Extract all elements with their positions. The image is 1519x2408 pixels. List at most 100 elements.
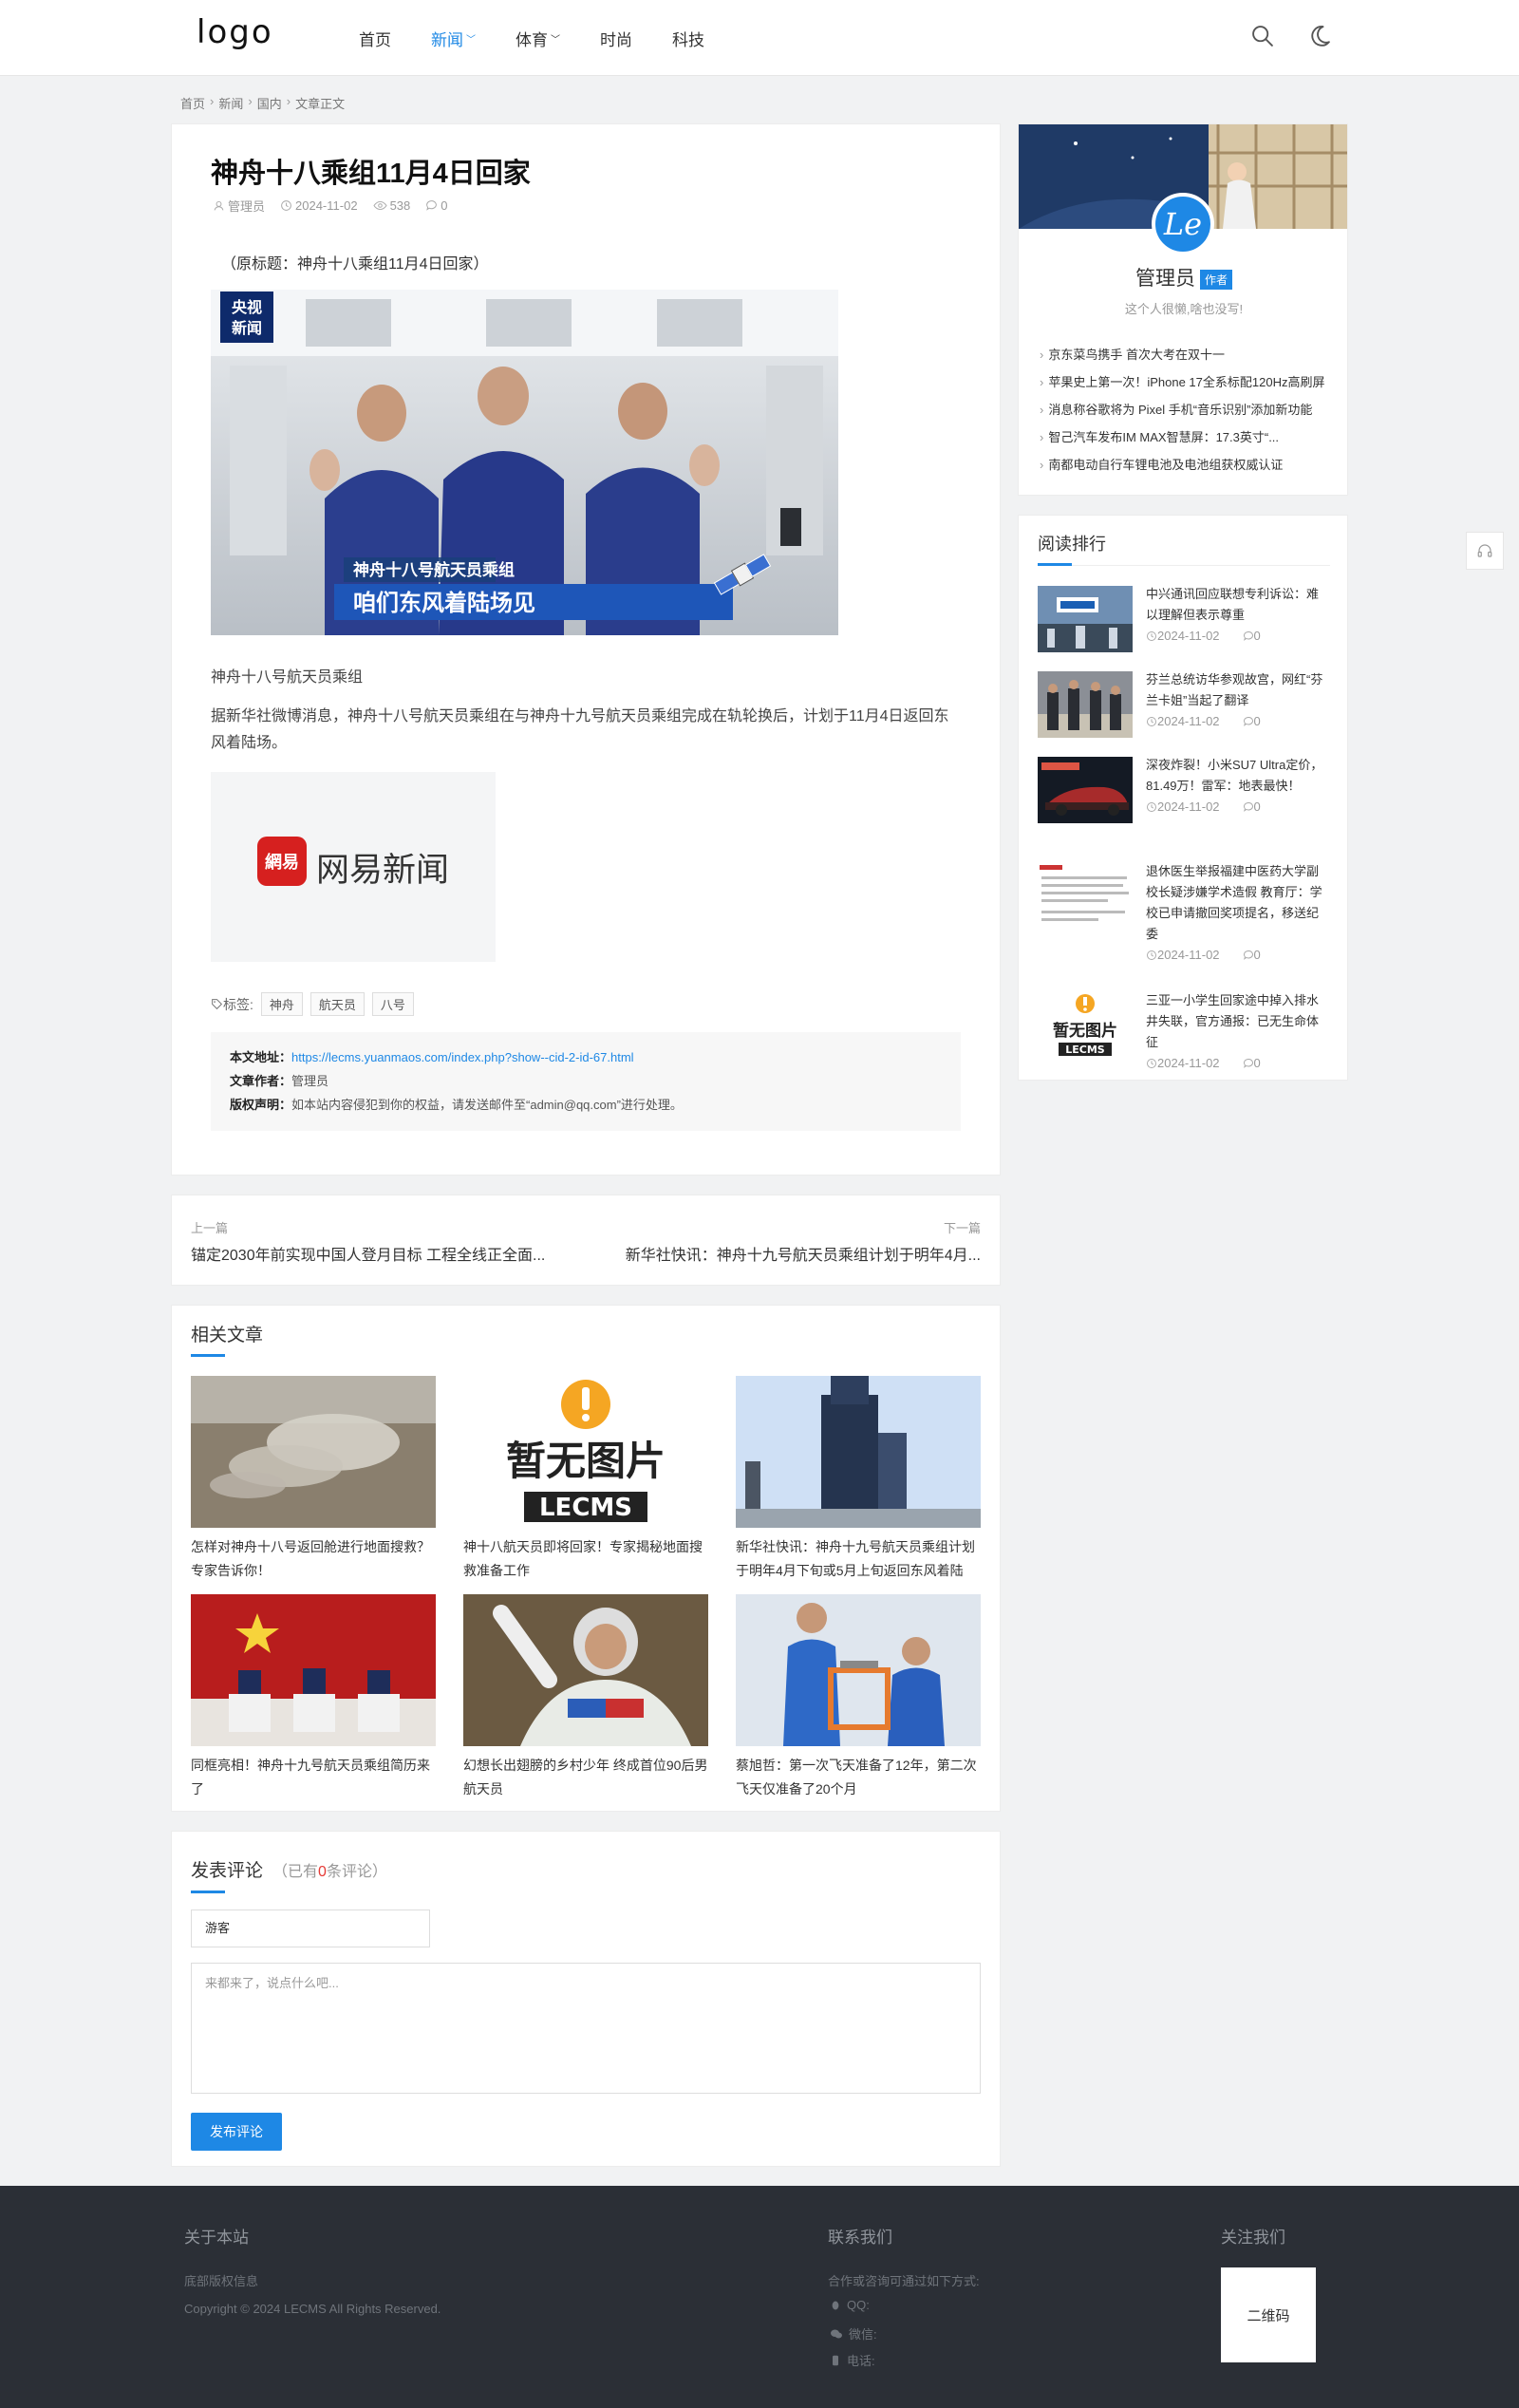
rank-item-body: 深夜炸裂！小米SU7 Ultra定价，81.49万！雷军：地表最快！ 2024-… — [1146, 755, 1330, 818]
breadcrumb-domestic[interactable]: 国内 — [257, 94, 282, 112]
nav-fashion[interactable]: 时尚 — [600, 27, 632, 50]
moon-icon[interactable] — [1306, 23, 1333, 49]
next-title: 新华社快讯：神舟十九号航天员乘组计划于明年4月... — [625, 1248, 981, 1264]
meta-views-count: 538 — [389, 198, 411, 213]
related-item[interactable]: 新华社快讯：神舟十九号航天员乘组计划于明年4月下旬或5月上旬返回东风着陆 — [736, 1376, 981, 1583]
author-card: Le 管理员作者 这个人很懒,啥也没写! 京东菜鸟携手 首次大考在双十一 苹果史… — [1018, 123, 1348, 496]
rank-item-body: 芬兰总统访华参观故宫，网红“芬兰卡姐”当起了翻译 2024-11-02 0 — [1146, 669, 1330, 732]
related-item-title: 同框亮相！神舟十九号航天员乘组简历来了 — [191, 1758, 430, 1797]
footer-wechat: 微信: — [830, 2324, 877, 2342]
rank-thumbnail-placeholder: 暂无图片 LECMS — [1038, 992, 1133, 1059]
nav-home[interactable]: 首页 — [359, 27, 391, 50]
image-caption: 神舟十八号航天员乘组 — [211, 669, 364, 686]
clock-icon — [1147, 802, 1156, 812]
nav-home-label: 首页 — [359, 31, 391, 49]
section-underline — [191, 1354, 225, 1357]
submit-comment-button[interactable]: 发布评论 — [191, 2113, 282, 2151]
search-icon[interactable] — [1249, 23, 1276, 49]
author-article-link[interactable]: 智己汽车发布IM MAX智慧屏：17.3英寸“... — [1040, 423, 1334, 451]
author-avatar[interactable]: Le — [1152, 193, 1214, 255]
clock-icon — [1147, 631, 1156, 641]
related-item-title: 蔡旭哲：第一次飞天准备了12年，第二次飞天仅准备了20个月 — [736, 1758, 977, 1797]
related-item[interactable]: 幻想长出翅膀的乡村少年 终成首位90后男航天员 — [463, 1594, 708, 1801]
rank-title: 阅读排行 — [1038, 535, 1106, 554]
section-underline — [1038, 563, 1072, 566]
notice-value: 如本站内容侵犯到你的权益，请发送邮件至“admin@qq.com”进行处理。 — [291, 1098, 683, 1112]
author-article-link[interactable]: 苹果史上第一次！iPhone 17全系标配120Hz高刷屏 — [1040, 368, 1334, 396]
rank-item-meta: 2024-11-02 0 — [1146, 626, 1330, 647]
support-float-button[interactable] — [1466, 532, 1504, 570]
related-item[interactable]: 怎样对神舟十八号返回舱进行地面搜救？专家告诉你！ — [191, 1376, 436, 1583]
copyright-box: 本文地址：https://lecms.yuanmaos.com/index.ph… — [211, 1032, 961, 1131]
commenter-name-field[interactable]: 游客 — [191, 1909, 430, 1947]
comment-section: 发表评论 （已有0条评论） 游客 来都来了，说点什么吧... 发布评论 — [171, 1831, 1001, 2167]
footer-contact-intro: 合作或咨询可通过如下方式: — [828, 2274, 980, 2288]
rank-item-body: 中兴通讯回应联想专利诉讼：难以理解但表示尊重 2024-11-02 0 — [1146, 584, 1330, 647]
related-item[interactable]: 蔡旭哲：第一次飞天准备了12年，第二次飞天仅准备了20个月 — [736, 1594, 981, 1801]
breadcrumb-separator: › — [286, 94, 291, 108]
rank-item-title: 中兴通讯回应联想专利诉讼：难以理解但表示尊重 — [1146, 587, 1320, 622]
nav-tech[interactable]: 科技 — [672, 27, 704, 50]
author-article-link[interactable]: 京东菜鸟携手 首次大考在双十一 — [1040, 341, 1334, 368]
comment-icon — [1243, 631, 1253, 641]
chevron-down-icon: ﹀ — [551, 35, 560, 46]
site-logo[interactable]: logo — [197, 13, 273, 51]
comment-icon — [426, 200, 438, 211]
related-item-title: 怎样对神舟十八号返回舱进行地面搜救？专家告诉你！ — [191, 1539, 430, 1578]
article-paragraph: 据新华社微博消息，神舟十八号航天员乘组在与神舟十九号航天员乘组完成在轨轮换后，计… — [211, 708, 949, 751]
footer-copyright: Copyright © 2024 LECMS All Rights Reserv… — [184, 2302, 441, 2316]
notice-label: 版权声明： — [230, 1098, 292, 1112]
breadcrumb-news[interactable]: 新闻 — [218, 94, 243, 112]
author-label: 文章作者： — [230, 1074, 292, 1088]
user-icon — [214, 200, 224, 211]
related-item[interactable]: 暂无图片 LECMS 神十八航天员即将回家！专家揭秘地面搜救准备工作 — [463, 1376, 708, 1583]
rank-item[interactable]: 暂无图片 LECMS 三亚一小学生回家途中掉入排水井失联，官方通报：已无生命体征 … — [1038, 992, 1330, 1070]
rank-item[interactable]: 深夜炸裂！小米SU7 Ultra定价，81.49万！雷军：地表最快！ 2024-… — [1038, 757, 1330, 852]
article-url-link[interactable]: https://lecms.yuanmaos.com/index.php?sho… — [291, 1050, 634, 1064]
related-item-title: 幻想长出翅膀的乡村少年 终成首位90后男航天员 — [463, 1758, 708, 1797]
author-name[interactable]: 管理员 — [1135, 268, 1195, 290]
article-url-row: 本文地址：https://lecms.yuanmaos.com/index.ph… — [230, 1045, 942, 1069]
tag-item[interactable]: 航天员 — [309, 992, 365, 1016]
author-article-link[interactable]: 消息称谷歌将为 Pixel 手机“音乐识别”添加新功能 — [1040, 396, 1334, 423]
related-item-title: 新华社快讯：神舟十九号航天员乘组计划于明年4月下旬或5月上旬返回东风着陆 — [736, 1539, 975, 1578]
related-title: 相关文章 — [191, 1326, 264, 1345]
nav-sports[interactable]: 体育 ﹀ — [516, 27, 560, 50]
rank-item-body: 退休医生举报福建中医药大学副校长疑涉嫌学术造假 教育厅：学校已申请撤回奖项提名，… — [1146, 861, 1330, 966]
nav-fashion-label: 时尚 — [600, 31, 632, 49]
footer-about-text: 底部版权信息 — [184, 2274, 259, 2288]
rank-item-date: 2024-11-02 — [1157, 948, 1220, 962]
nav-news-label: 新闻 — [431, 31, 463, 49]
related-thumbnail — [191, 1376, 436, 1528]
rank-thumbnail — [1038, 586, 1133, 652]
related-thumbnail — [736, 1376, 981, 1528]
prev-article-link[interactable]: 上一篇 锚定2030年前实现中国人登月目标 工程全线正全面... — [191, 1218, 545, 1265]
related-item[interactable]: 同框亮相！神舟十九号航天员乘组简历来了 — [191, 1594, 436, 1801]
meta-author[interactable]: 管理员 — [213, 197, 265, 215]
rank-item-title: 芬兰总统访华参观故宫，网红“芬兰卡姐”当起了翻译 — [1146, 672, 1323, 707]
rank-item-meta: 2024-11-02 0 — [1146, 1053, 1330, 1074]
tag-item[interactable]: 八号 — [371, 992, 414, 1016]
banner-large-text: 咱们东风着陆场见 — [353, 590, 535, 616]
url-label: 本文地址： — [230, 1050, 292, 1064]
nav-news[interactable]: 新闻 ﹀ — [431, 27, 476, 50]
meta-comments[interactable]: 0 — [425, 197, 448, 215]
rank-item-date: 2024-11-02 — [1157, 800, 1220, 814]
comment-icon — [1243, 950, 1253, 960]
rank-item-body: 三亚一小学生回家途中掉入排水井失联，官方通报：已无生命体征 2024-11-02… — [1146, 990, 1330, 1074]
rank-item[interactable]: 芬兰总统访华参观故宫，网红“芬兰卡姐”当起了翻译 2024-11-02 0 — [1038, 671, 1330, 743]
rank-item-date: 2024-11-02 — [1157, 629, 1220, 643]
prev-next-card: 上一篇 锚定2030年前实现中国人登月目标 工程全线正全面... 下一篇 新华社… — [171, 1195, 1001, 1286]
rank-item-title: 深夜炸裂！小米SU7 Ultra定价，81.49万！雷军：地表最快！ — [1146, 758, 1323, 793]
comment-textarea[interactable]: 来都来了，说点什么吧... — [191, 1963, 981, 2094]
rank-item[interactable]: 中兴通讯回应联想专利诉讼：难以理解但表示尊重 2024-11-02 0 — [1038, 586, 1330, 658]
rank-item-meta: 2024-11-02 0 — [1146, 711, 1330, 732]
comment-title-text: 发表评论 — [191, 1861, 264, 1881]
breadcrumb-home[interactable]: 首页 — [180, 94, 205, 112]
tag-item[interactable]: 神舟 — [260, 992, 303, 1016]
next-article-link[interactable]: 下一篇 新华社快讯：神舟十九号航天员乘组计划于明年4月... — [626, 1218, 981, 1265]
rank-item[interactable]: 退休医生举报福建中医药大学副校长疑涉嫌学术造假 教育厅：学校已申请撤回奖项提名，… — [1038, 863, 1330, 977]
site-footer: 关于本站 底部版权信息 Copyright © 2024 LECMS All R… — [0, 2186, 1519, 2408]
cctv-badge-bottom: 新闻 — [232, 319, 262, 337]
author-article-link[interactable]: 南都电动自行车锂电池及电池组获权威认证 — [1040, 451, 1334, 479]
